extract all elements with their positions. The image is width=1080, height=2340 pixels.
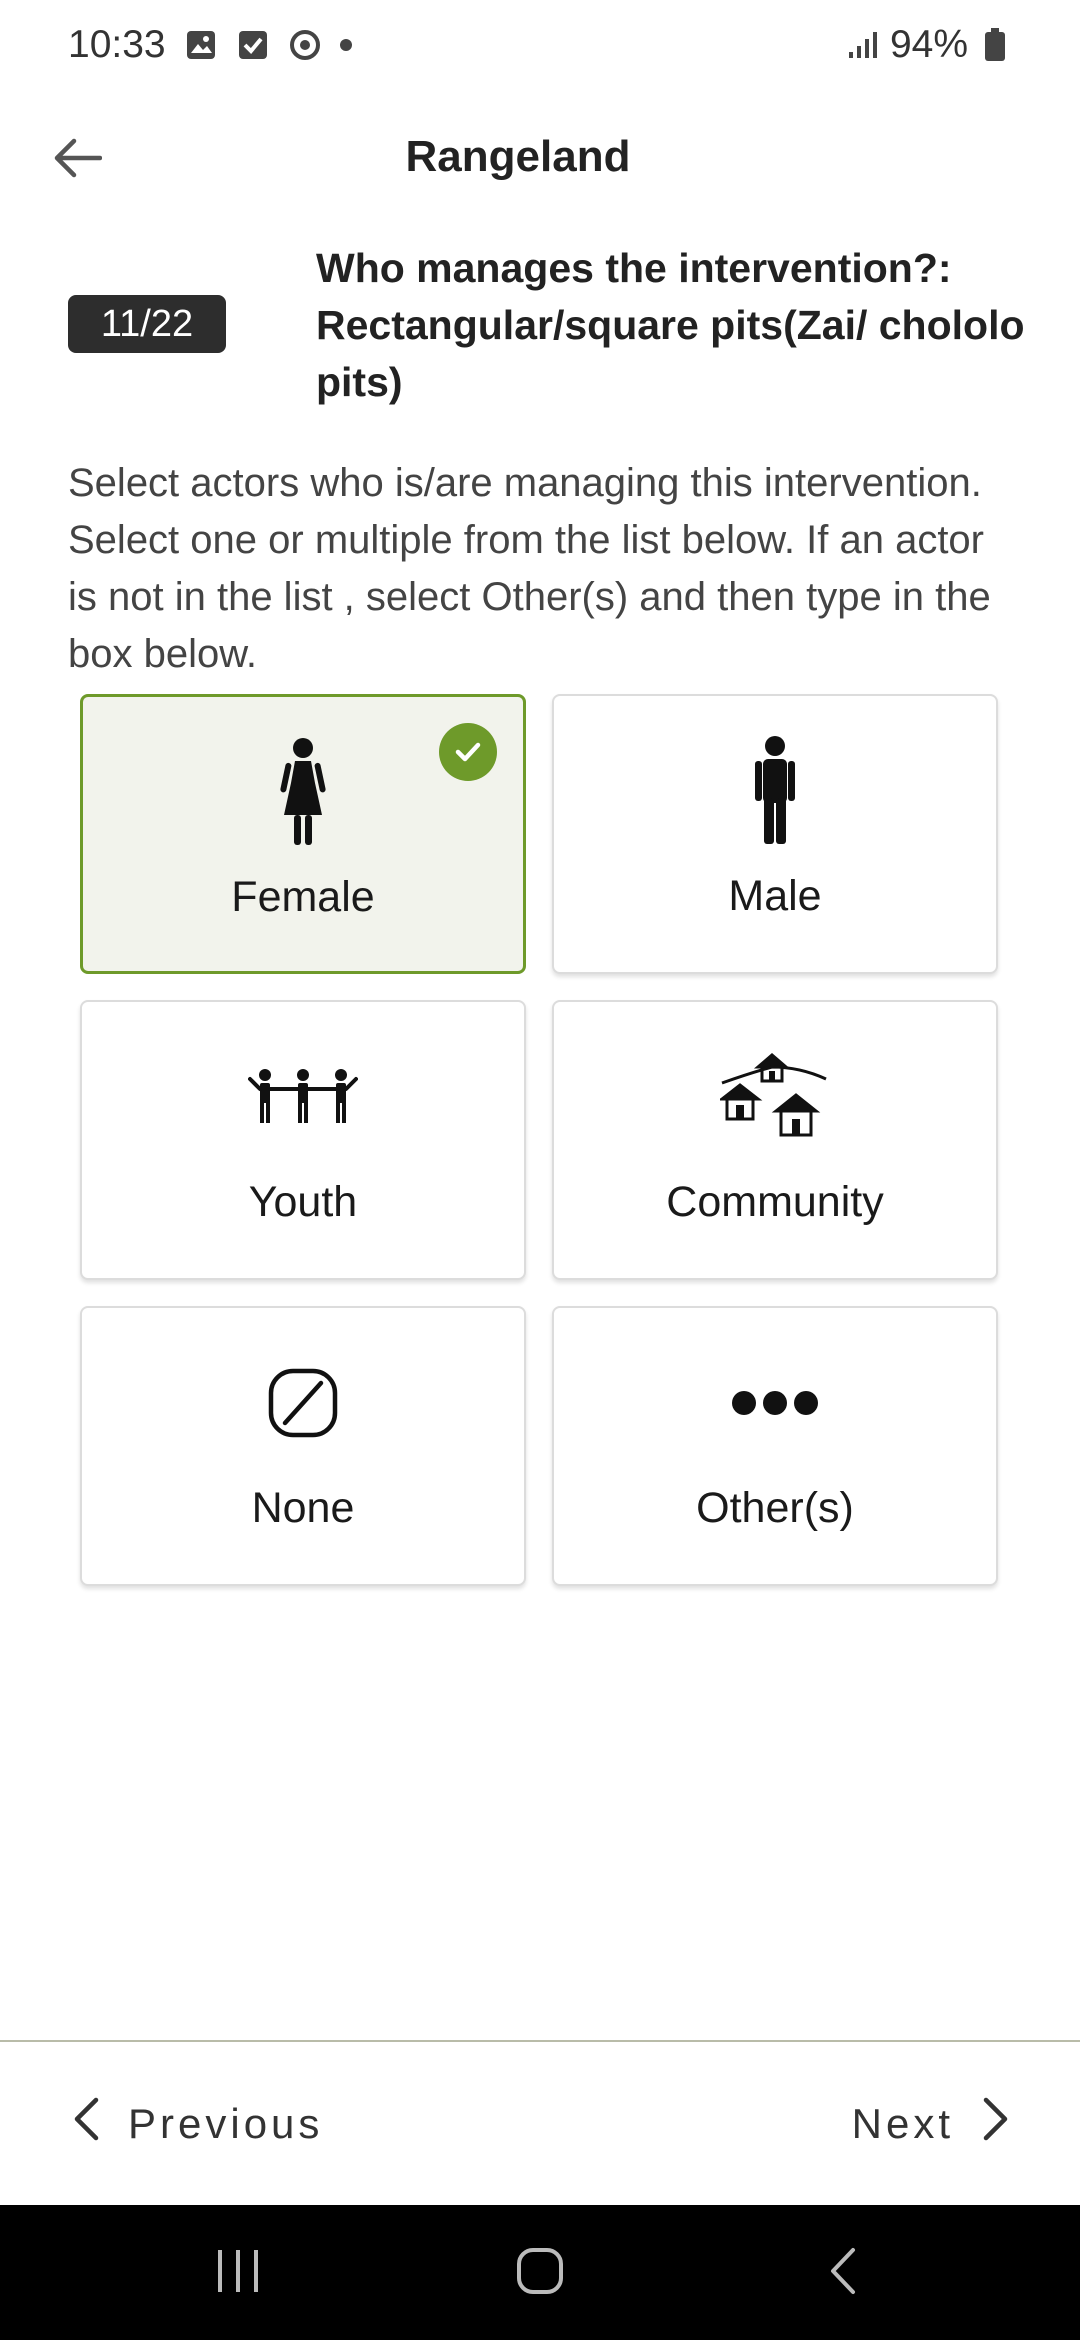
male-icon xyxy=(753,736,797,846)
option-community[interactable]: Community xyxy=(552,1000,998,1280)
battery-icon xyxy=(978,28,1012,62)
female-icon xyxy=(278,737,328,847)
youth-icon xyxy=(248,1042,358,1152)
question-text: Who manages the intervention?: Rectangul… xyxy=(316,245,1025,405)
option-male[interactable]: Male xyxy=(552,694,998,974)
progress-badge: 11/22 xyxy=(68,295,226,353)
previous-label: Previous xyxy=(128,2100,324,2147)
option-label: Other(s) xyxy=(696,1484,854,1532)
checkbox-icon xyxy=(236,28,270,62)
option-label: Male xyxy=(728,872,822,920)
system-navigation-bar xyxy=(0,2205,1080,2340)
home-button[interactable] xyxy=(510,2243,570,2303)
question-header: 11/22 Who manages the intervention?: Rec… xyxy=(68,240,1025,410)
option-none[interactable]: None xyxy=(80,1306,526,1586)
option-others[interactable]: Other(s) xyxy=(552,1306,998,1586)
recents-icon xyxy=(214,2248,262,2299)
community-icon xyxy=(720,1042,830,1152)
home-icon xyxy=(515,2246,565,2301)
none-icon xyxy=(267,1348,339,1458)
app-bar: Rangeland xyxy=(0,110,1080,210)
option-female[interactable]: Female xyxy=(80,694,526,974)
recents-button[interactable] xyxy=(208,2243,268,2303)
image-icon xyxy=(184,28,218,62)
status-time: 10:33 xyxy=(68,23,166,66)
battery-percent: 94% xyxy=(889,23,968,66)
instruction-text: Select actors who is/are managing this i… xyxy=(68,461,991,676)
signal-icon xyxy=(846,28,880,62)
status-left: 10:33 xyxy=(68,23,352,67)
options-grid: Female Male Youth Community None Other(s… xyxy=(80,694,1000,1586)
system-back-button[interactable] xyxy=(812,2243,872,2303)
option-label: None xyxy=(251,1484,355,1532)
dot-icon xyxy=(339,39,352,51)
previous-button[interactable]: Previous xyxy=(72,2092,323,2156)
chevron-left-icon xyxy=(72,2097,100,2151)
sync-icon xyxy=(288,28,322,62)
system-back-icon xyxy=(825,2246,859,2301)
bottom-navigation: Previous Next xyxy=(0,2042,1080,2204)
option-youth[interactable]: Youth xyxy=(80,1000,526,1280)
option-label: Community xyxy=(666,1178,884,1226)
next-label: Next xyxy=(851,2100,954,2147)
next-button[interactable]: Next xyxy=(852,2092,1010,2156)
option-label: Female xyxy=(231,873,375,921)
status-bar: 10:33 94% xyxy=(0,0,1080,90)
more-icon xyxy=(730,1348,820,1458)
status-right: 94% xyxy=(846,23,1012,67)
page-title: Rangeland xyxy=(405,132,631,181)
chevron-right-icon xyxy=(982,2097,1010,2151)
option-label: Youth xyxy=(248,1178,358,1226)
check-icon xyxy=(439,723,497,781)
